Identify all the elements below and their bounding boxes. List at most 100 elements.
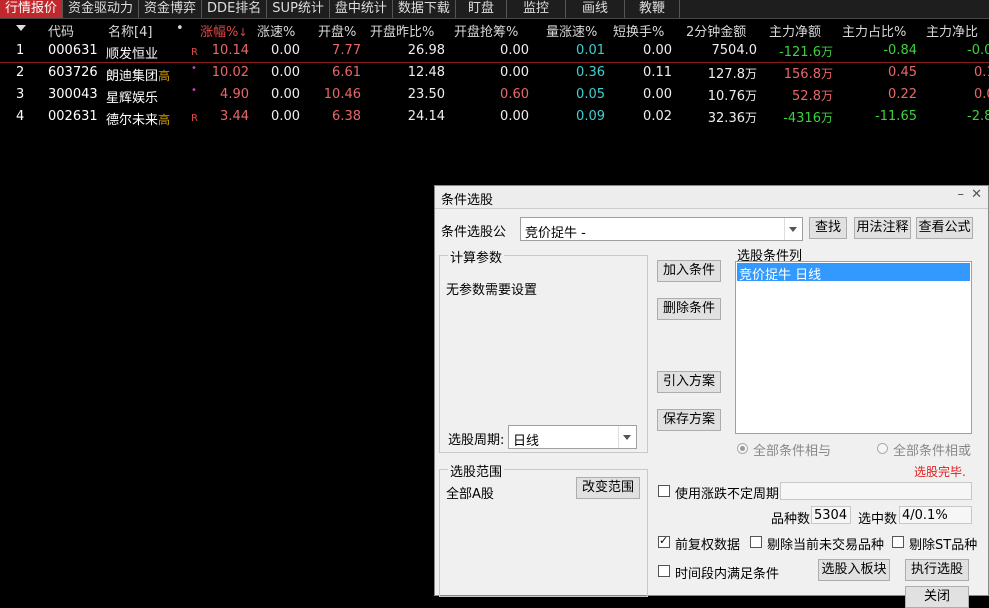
col-dot: • — [176, 21, 184, 36]
sort-down-icon[interactable] — [16, 25, 26, 31]
radio-or-label[interactable]: 全部条件相或 — [893, 440, 971, 459]
execute-button[interactable]: 执行选股 — [905, 559, 969, 581]
col-change-pct[interactable]: 涨幅%↓ — [200, 21, 248, 40]
open-prev: 24.14 — [407, 109, 445, 124]
row-index: 3 — [16, 87, 25, 102]
selected-label: 选中数 — [858, 512, 898, 527]
params-group: 计算参数 无参数需要设置 选股周期: 日线 — [439, 247, 648, 453]
count-label: 品种数 — [771, 512, 811, 527]
chevron-down-icon[interactable] — [784, 218, 802, 240]
col-main-ratio[interactable]: 主力占比% — [842, 21, 906, 40]
tab-watch[interactable]: 盯盘 — [456, 0, 507, 18]
chevron-down-icon[interactable] — [618, 426, 636, 448]
formula-select[interactable]: 竞价捉牛 - — [520, 217, 803, 241]
uncertain-period-field[interactable] — [780, 482, 972, 500]
col-open-grab[interactable]: 开盘抢筹% — [454, 21, 518, 40]
find-button[interactable]: 查找 — [809, 217, 847, 239]
col-turnover[interactable]: 短换手% — [613, 21, 664, 40]
col-speed[interactable]: 涨速% — [257, 21, 295, 40]
vol-rise: 0.05 — [576, 87, 605, 102]
col-code[interactable]: 代码 — [48, 21, 74, 40]
main-ratio: -11.65 — [875, 109, 917, 124]
turnover: 0.11 — [643, 65, 672, 80]
uncertain-period-label[interactable]: 使用涨跌不定周期 — [675, 483, 779, 502]
dialog-titlebar[interactable]: 条件选股 – ✕ — [435, 186, 988, 209]
remove-st-label[interactable]: 剔除ST品种 — [909, 534, 977, 553]
change-range-button[interactable]: 改变范围 — [576, 477, 640, 499]
view-formula-button[interactable]: 查看公式 — [916, 217, 973, 239]
main-ratio: 0.22 — [888, 87, 917, 102]
tab-sup-stats[interactable]: SUP统计 — [267, 0, 330, 18]
save-plan-button[interactable]: 保存方案 — [657, 409, 721, 431]
remove-untraded-label[interactable]: 剔除当前未交易品种 — [767, 534, 884, 553]
amount-2min: 32.36万 — [707, 111, 757, 126]
usage-button[interactable]: 用法注释 — [854, 217, 911, 239]
close-button[interactable]: 关闭 — [905, 586, 969, 608]
stock-name: 朗迪集团高 — [106, 69, 171, 84]
tab-quote[interactable]: 行情报价 — [0, 0, 64, 18]
tab-draw-line[interactable]: 画线 — [566, 0, 625, 18]
open-grab: 0.00 — [500, 109, 529, 124]
stock-name: 顺发恒业 — [106, 47, 159, 62]
import-plan-button[interactable]: 引入方案 — [657, 371, 721, 393]
add-to-block-button[interactable]: 选股入板块 — [818, 559, 890, 581]
tab-fund-drive[interactable]: 资金驱动力 — [63, 0, 140, 18]
table-row[interactable]: 2 603726 朗迪集团高 • 10.02 0.00 6.61 12.48 0… — [0, 62, 989, 84]
delete-condition-button[interactable]: 删除条件 — [657, 298, 721, 320]
amount-2min: 10.76万 — [707, 89, 757, 104]
period-satisfy-label[interactable]: 时间段内满足条件 — [675, 563, 779, 582]
radio-and-label[interactable]: 全部条件相与 — [753, 440, 831, 459]
amount-2min: 127.8万 — [707, 67, 757, 82]
tab-pointer[interactable]: 教鞭 — [625, 0, 680, 18]
radio-and[interactable] — [737, 443, 748, 454]
conditions-list[interactable]: 竞价捉牛 日线 — [735, 261, 972, 434]
stock-name: 星辉娱乐 — [106, 91, 159, 106]
open-pct: 6.38 — [332, 109, 361, 124]
table-row[interactable]: 4 002631 德尔未来高 R 3.44 0.00 6.38 24.14 0.… — [0, 106, 989, 128]
remove-untraded-checkbox[interactable] — [750, 536, 762, 548]
row-index: 4 — [16, 109, 25, 124]
speed: 0.00 — [271, 87, 300, 102]
period-label: 选股周期: — [448, 433, 505, 448]
row-index: 1 — [16, 43, 25, 58]
period-select[interactable]: 日线 — [508, 425, 637, 449]
adjust-label[interactable]: 前复权数据 — [675, 534, 740, 553]
open-pct: 7.77 — [332, 43, 361, 58]
tab-data-download[interactable]: 数据下载 — [393, 0, 456, 18]
table-row[interactable]: 1 000631 顺发恒业 R 10.14 0.00 7.77 26.98 0.… — [0, 40, 989, 63]
add-condition-button[interactable]: 加入条件 — [657, 260, 721, 282]
col-open-pct[interactable]: 开盘% — [318, 21, 356, 40]
col-main-net-ratio[interactable]: 主力净比 — [926, 21, 978, 40]
stock-screener-dialog: 条件选股 – ✕ 条件选股公 竞价捉牛 - 查找 用法注释 查看公式 计算参数 … — [434, 185, 989, 608]
main-net: -4316万 — [783, 111, 833, 126]
r-mark: R — [191, 47, 198, 58]
minimize-icon[interactable]: – — [958, 187, 965, 202]
tab-fund-game[interactable]: 资金博弈 — [139, 0, 203, 18]
vol-rise: 0.09 — [576, 109, 605, 124]
formula-label: 条件选股公 — [441, 225, 507, 240]
main-net-ratio: -2.8 — [967, 109, 989, 124]
col-open-prev[interactable]: 开盘昨比% — [370, 21, 434, 40]
stock-name: 德尔未来高 — [106, 113, 171, 128]
stock-code: 300043 — [48, 87, 98, 102]
tab-monitor[interactable]: 监控 — [507, 0, 566, 18]
col-vol-rise[interactable]: 量涨速% — [546, 21, 597, 40]
main-ratio: -0.84 — [883, 43, 917, 58]
stock-code: 002631 — [48, 109, 98, 124]
remove-st-checkbox[interactable] — [892, 536, 904, 548]
adjust-checkbox[interactable] — [658, 534, 670, 548]
magenta-dot-icon: • — [191, 85, 197, 96]
col-main-net[interactable]: 主力净额 — [769, 21, 821, 40]
table-row[interactable]: 3 300043 星辉娱乐 • 4.90 0.00 10.46 23.50 0.… — [0, 84, 989, 106]
col-amount-2min[interactable]: 2分钟金额 — [686, 21, 746, 40]
radio-or[interactable] — [877, 443, 888, 454]
period-satisfy-checkbox[interactable] — [658, 565, 670, 577]
tab-intraday-stats[interactable]: 盘中统计 — [330, 0, 393, 18]
tab-dde-rank[interactable]: DDE排名 — [202, 0, 268, 18]
close-icon[interactable]: ✕ — [971, 187, 982, 202]
r-mark: R — [191, 113, 198, 124]
change-pct: 4.90 — [220, 87, 249, 102]
list-item[interactable]: 竞价捉牛 日线 — [737, 263, 970, 283]
col-name[interactable]: 名称[4] — [108, 21, 152, 40]
uncertain-period-checkbox[interactable] — [658, 485, 670, 497]
